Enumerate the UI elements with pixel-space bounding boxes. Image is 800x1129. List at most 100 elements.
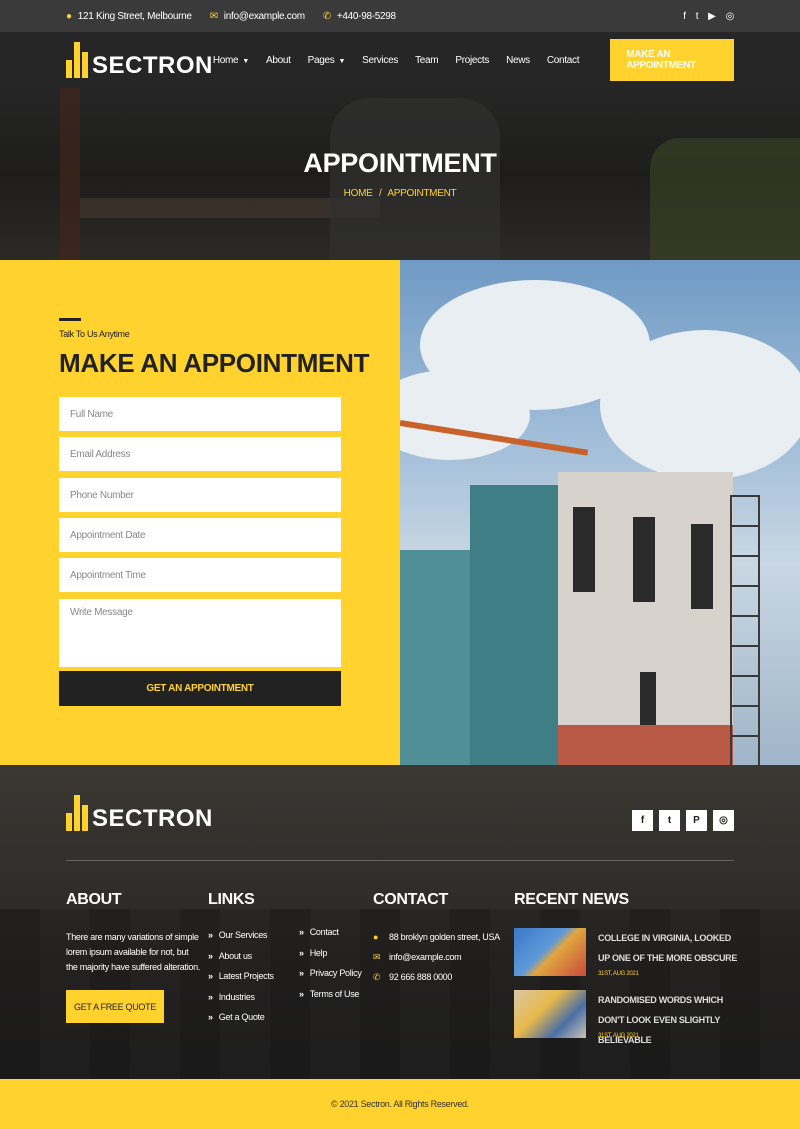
twitter-icon[interactable]: t xyxy=(659,810,680,831)
topbar-social: f t ▶ ◎ xyxy=(683,11,734,22)
building-middle xyxy=(470,485,560,765)
footer-link-label: Get a Quote xyxy=(218,1012,265,1023)
news-date: 31ST, AUG 2021 xyxy=(598,1033,639,1039)
footer-link[interactable]: » Latest Projects xyxy=(208,966,274,987)
footer-link[interactable]: » Help xyxy=(299,943,362,964)
phone-icon: ✆ xyxy=(373,971,381,982)
pinterest-icon[interactable]: P xyxy=(686,810,707,831)
topbar-email[interactable]: ✉ info@example.com xyxy=(210,11,305,22)
footer-link[interactable]: » Contact xyxy=(299,922,362,943)
brick-base xyxy=(558,725,733,765)
footer-link[interactable]: » Terms of Use xyxy=(299,984,362,1005)
twitter-icon[interactable]: t xyxy=(696,11,699,22)
news-item[interactable]: COLLEGE IN VIRGINIA, LOOKED UP ONE OF TH… xyxy=(514,928,737,978)
double-chevron-right-icon: » xyxy=(208,930,213,941)
footer-link[interactable]: » Privacy Policy xyxy=(299,963,362,984)
logo-bars-icon xyxy=(66,795,88,831)
double-chevron-right-icon: » xyxy=(208,971,213,982)
topbar-phone[interactable]: ✆ +440-98-5298 xyxy=(323,11,396,22)
contact-email[interactable]: ✉ info@example.com xyxy=(373,947,500,967)
section-title: MAKE AN APPOINTMENT xyxy=(59,348,370,378)
contact-phone-text: 92 666 888 0000 xyxy=(389,972,453,982)
brand-name: SECTRON xyxy=(92,52,213,79)
message-textarea[interactable]: Write Message xyxy=(59,599,341,667)
email-field[interactable]: Email Address xyxy=(59,437,341,471)
footer-divider xyxy=(66,860,734,861)
chevron-down-icon: ▼ xyxy=(338,57,346,65)
appointment-section: Talk To Us Anytime MAKE AN APPOINTMENT F… xyxy=(0,260,400,765)
nav-team[interactable]: Team xyxy=(415,55,439,66)
appointment-date-field[interactable]: Appointment Date xyxy=(59,518,341,552)
appointment-time-field[interactable]: Appointment Time xyxy=(59,558,341,592)
footer-link-label: Privacy Policy xyxy=(309,968,362,979)
contact-email-text: info@example.com xyxy=(389,952,462,962)
window xyxy=(633,517,655,602)
cloud-shape xyxy=(600,330,800,480)
footer-link-label: Our Services xyxy=(218,930,268,941)
footer-link[interactable]: » Our Services xyxy=(208,925,274,946)
nav-services[interactable]: Services xyxy=(362,55,398,66)
topbar-phone-text[interactable]: +440-98-5298 xyxy=(337,11,396,22)
full-name-field[interactable]: Full Name xyxy=(59,397,341,431)
nav-projects[interactable]: Projects xyxy=(455,55,489,66)
get-free-quote-button[interactable]: GET A FREE QUOTE xyxy=(66,990,164,1023)
section-kicker: Talk To Us Anytime xyxy=(59,329,130,339)
footer-link-label: Terms of Use xyxy=(309,988,360,999)
facebook-icon[interactable]: f xyxy=(683,11,686,22)
nav-pages[interactable]: Pages ▼ xyxy=(308,55,346,66)
breadcrumb-current: APPOINTMENT xyxy=(387,188,457,199)
about-heading: ABOUT xyxy=(66,891,122,908)
location-pin-icon: ● xyxy=(373,932,379,942)
nav-contact[interactable]: Contact xyxy=(547,55,580,66)
top-bar: ● 121 King Street, Melbourne ✉ info@exam… xyxy=(0,0,800,32)
breadcrumb-home[interactable]: HOME xyxy=(344,188,373,199)
double-chevron-right-icon: » xyxy=(299,927,304,938)
copyright-text: © 2021 Sectron. All Rights Reserved. xyxy=(331,1099,469,1109)
double-chevron-right-icon: » xyxy=(299,968,304,979)
news-item[interactable]: RANDOMISED WORDS WHICH DON'T LOOK EVEN S… xyxy=(514,990,734,1045)
instagram-icon[interactable]: ◎ xyxy=(726,11,735,22)
envelope-icon: ✉ xyxy=(209,10,218,22)
make-appointment-button[interactable]: MAKE AN APPOINTMENT xyxy=(610,39,734,81)
facebook-icon[interactable]: f xyxy=(632,810,653,831)
footer-link-label: Contact xyxy=(309,927,339,938)
footer-link[interactable]: » Get a Quote xyxy=(208,1007,274,1028)
copyright-bar: © 2021 Sectron. All Rights Reserved. xyxy=(0,1079,800,1129)
news-thumbnail[interactable] xyxy=(514,928,586,976)
nav-home[interactable]: Home ▼ xyxy=(213,55,249,66)
footer-link-label: About us xyxy=(218,950,252,961)
instagram-icon[interactable]: ◎ xyxy=(713,810,734,831)
building-main xyxy=(558,472,733,765)
location-pin-icon: ● xyxy=(66,10,72,22)
site-footer: SECTRON f t P ◎ ABOUT There are many var… xyxy=(0,765,800,1079)
topbar-address: ● 121 King Street, Melbourne xyxy=(66,11,192,22)
news-title[interactable]: RANDOMISED WORDS WHICH DON'T LOOK EVEN S… xyxy=(598,990,738,1050)
nav-about[interactable]: About xyxy=(266,55,291,66)
logo-bars-icon xyxy=(66,42,88,78)
nav-home-label: Home xyxy=(212,54,239,66)
get-appointment-button[interactable]: GET AN APPOINTMENT xyxy=(59,671,341,706)
main-header: SECTRON Home ▼ About Pages ▼ Services Team… xyxy=(0,32,800,88)
nav-news[interactable]: News xyxy=(506,55,530,66)
scaffolding xyxy=(730,495,760,765)
double-chevron-right-icon: » xyxy=(208,950,213,961)
footer-link-label: Help xyxy=(309,947,328,958)
footer-link-label: Latest Projects xyxy=(218,971,274,982)
youtube-icon[interactable]: ▶ xyxy=(708,11,716,22)
window xyxy=(691,524,713,609)
contact-phone[interactable]: ✆ 92 666 888 0000 xyxy=(373,967,500,987)
footer-link-label: Industries xyxy=(218,991,255,1002)
brand-logo[interactable]: SECTRON xyxy=(66,42,213,78)
news-title[interactable]: COLLEGE IN VIRGINIA, LOOKED UP ONE OF TH… xyxy=(598,928,738,968)
news-thumbnail[interactable] xyxy=(514,990,586,1038)
footer-link[interactable]: » About us xyxy=(208,946,274,967)
window xyxy=(573,507,595,592)
phone-field[interactable]: Phone Number xyxy=(59,478,341,512)
double-chevron-right-icon: » xyxy=(208,991,213,1002)
footer-logo[interactable]: SECTRON xyxy=(66,795,213,831)
section-accent-rule xyxy=(59,318,81,321)
footer-link[interactable]: » Industries xyxy=(208,987,274,1008)
topbar-email-text[interactable]: info@example.com xyxy=(224,11,305,22)
recent-news-heading: RECENT NEWS xyxy=(514,891,629,908)
breadcrumb-separator: / xyxy=(378,188,382,199)
